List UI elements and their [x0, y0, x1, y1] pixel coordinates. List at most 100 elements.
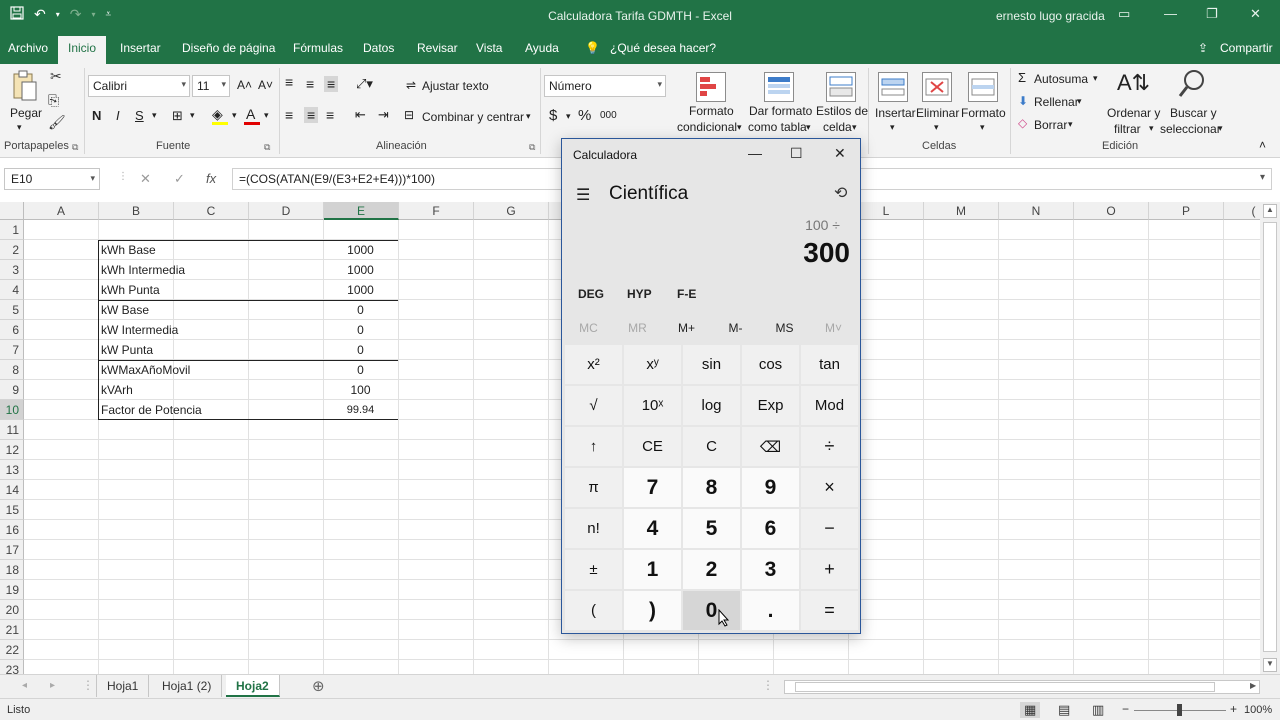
insert-dropdown-icon[interactable]: ▾ — [890, 122, 895, 133]
font-color-icon[interactable]: A — [246, 106, 255, 122]
next-sheet-icon[interactable]: ▸ — [50, 680, 55, 691]
copy-icon[interactable]: ⎘ — [48, 92, 59, 109]
clear-button[interactable]: Borrar — [1034, 118, 1067, 132]
row-header-17[interactable]: 17 — [0, 540, 24, 560]
sort-filter-label-2[interactable]: filtrar — [1114, 122, 1141, 136]
sheet-tab-hoja2[interactable]: Hoja2 — [226, 675, 280, 697]
conditional-format-label-2[interactable]: condicional — [677, 120, 737, 134]
expand-formula-icon[interactable]: ▾ — [1260, 172, 1265, 183]
calc-key-2-0[interactable]: ↑ — [565, 427, 622, 466]
calc-key-4-3[interactable]: 6 — [742, 509, 799, 548]
row-header-5[interactable]: 5 — [0, 300, 24, 320]
format-as-table-dropdown-icon[interactable]: ▾ — [806, 122, 811, 133]
column-header-c[interactable]: C — [174, 202, 249, 220]
row-header-12[interactable]: 12 — [0, 440, 24, 460]
row-header-16[interactable]: 16 — [0, 520, 24, 540]
calc-key-0-3[interactable]: cos — [742, 345, 799, 384]
user-name[interactable]: ernesto lugo gracida — [996, 9, 1105, 23]
deg-button[interactable]: DEG — [578, 287, 604, 301]
maximize-icon[interactable]: ❐ — [1206, 6, 1218, 22]
memory-button-1[interactable]: MR — [613, 321, 662, 335]
table-row-label[interactable]: kWh Punta — [101, 280, 160, 300]
tab-formulas[interactable]: Fórmulas — [293, 41, 343, 55]
calc-key-4-4[interactable]: − — [801, 509, 858, 548]
row-header-18[interactable]: 18 — [0, 560, 24, 580]
calc-key-5-1[interactable]: 1 — [624, 550, 681, 589]
search-icon[interactable] — [1178, 68, 1206, 103]
eraser-icon[interactable]: ◇ — [1018, 116, 1027, 130]
hyp-button[interactable]: HYP — [627, 287, 652, 301]
increase-font-icon[interactable]: A˄ — [237, 78, 252, 92]
table-row-value[interactable]: 99.94 — [324, 400, 397, 420]
tab-ayuda[interactable]: Ayuda — [525, 41, 559, 55]
ribbon-display-options-icon[interactable]: ▭ — [1118, 6, 1130, 22]
scroll-right-icon[interactable]: ▶ — [1250, 681, 1256, 690]
merge-dropdown-icon[interactable]: ▾ — [526, 111, 531, 122]
memory-button-2[interactable]: M+ — [662, 321, 711, 335]
find-select-label-1[interactable]: Buscar y — [1170, 106, 1217, 120]
zoom-out-icon[interactable]: − — [1122, 702, 1129, 716]
thousands-icon[interactable]: 000 — [600, 110, 617, 121]
number-format-combo[interactable]: Número ▾ — [544, 75, 666, 97]
conditional-format-dropdown-icon[interactable]: ▾ — [737, 122, 742, 133]
calc-key-6-0[interactable]: ( — [565, 591, 622, 630]
row-header-20[interactable]: 20 — [0, 600, 24, 620]
decrease-font-icon[interactable]: A˅ — [258, 78, 273, 92]
format-cells-button[interactable]: Formato — [961, 106, 1006, 120]
calc-key-6-3[interactable]: . — [742, 591, 799, 630]
enter-icon[interactable]: ✓ — [174, 171, 185, 187]
column-header-o[interactable]: O — [1074, 202, 1149, 220]
column-header-g[interactable]: G — [474, 202, 549, 220]
sort-filter-label-1[interactable]: Ordenar y — [1107, 106, 1160, 120]
table-row-value[interactable]: 1000 — [324, 260, 397, 280]
fill-button[interactable]: Rellenar — [1034, 95, 1079, 109]
calc-key-2-4[interactable]: ÷ — [801, 427, 858, 466]
merge-center-icon[interactable]: ⊟ — [404, 108, 414, 122]
tab-diseno-pagina[interactable]: Diseño de página — [182, 41, 275, 55]
decrease-indent-icon[interactable]: ⇤ — [355, 107, 366, 123]
vertical-scrollbar[interactable]: ▲ ▼ — [1260, 202, 1280, 674]
sort-filter-dropdown-icon[interactable]: ▾ — [1149, 123, 1154, 134]
memory-button-0[interactable]: MC — [564, 321, 613, 335]
select-all-corner[interactable] — [0, 202, 24, 220]
autosum-button[interactable]: Autosuma — [1034, 72, 1088, 86]
normal-view-icon[interactable]: ▦ — [1020, 702, 1041, 718]
sheet-tabs-menu-icon[interactable]: ⋮ — [82, 678, 94, 692]
column-header-e[interactable]: E — [324, 202, 399, 220]
calc-key-3-0[interactable]: π — [565, 468, 622, 507]
cut-icon[interactable]: ✂ — [50, 68, 62, 85]
calculator-window[interactable]: Calculadora — ☐ ✕ ☰ Científica ⟲ 100 ÷ 3… — [561, 138, 861, 634]
horizontal-scroll-thumb[interactable] — [795, 682, 1215, 692]
table-row-value[interactable]: 0 — [324, 320, 397, 340]
fill-color-icon[interactable]: ◈ — [212, 106, 223, 123]
calc-key-2-3[interactable]: ⌫ — [742, 427, 799, 466]
table-row-value[interactable]: 1000 — [324, 240, 397, 260]
italic-icon[interactable]: I — [116, 108, 120, 123]
wrap-text-button[interactable]: Ajustar texto — [422, 79, 489, 93]
calc-key-0-2[interactable]: sin — [683, 345, 740, 384]
tab-revisar[interactable]: Revisar — [417, 41, 458, 55]
clipboard-launcher-icon[interactable]: ⧉ — [72, 142, 78, 153]
calc-key-3-4[interactable]: × — [801, 468, 858, 507]
scroll-up-icon[interactable]: ▲ — [1263, 204, 1277, 218]
column-header-f[interactable]: F — [399, 202, 474, 220]
table-row-label[interactable]: kWh Base — [101, 240, 156, 260]
zoom-level[interactable]: 100% — [1244, 704, 1272, 716]
fill-color-dropdown-icon[interactable]: ▾ — [232, 110, 237, 121]
calc-key-4-2[interactable]: 5 — [683, 509, 740, 548]
calc-key-1-3[interactable]: Exp — [742, 386, 799, 425]
font-color-dropdown-icon[interactable]: ▾ — [264, 110, 269, 121]
table-row-label[interactable]: kVArh — [101, 380, 133, 400]
row-header-13[interactable]: 13 — [0, 460, 24, 480]
calc-maximize-icon[interactable]: ☐ — [790, 145, 803, 162]
drag-handle-icon[interactable]: ⋮ — [118, 171, 128, 182]
find-select-label-2[interactable]: seleccionar — [1160, 122, 1221, 136]
calc-key-0-1[interactable]: xʸ — [624, 345, 681, 384]
tab-vista[interactable]: Vista — [476, 41, 502, 55]
align-center-icon[interactable]: ≡ — [304, 107, 319, 123]
table-row-label[interactable]: kWMaxAñoMovil — [101, 360, 190, 380]
sheet-tab-hoja1[interactable]: Hoja1 — [96, 675, 150, 697]
cell-styles-label-1[interactable]: Estilos de — [816, 104, 868, 118]
autosum-dropdown-icon[interactable]: ▾ — [1093, 73, 1098, 84]
autosum-icon[interactable]: Σ — [1018, 70, 1026, 85]
